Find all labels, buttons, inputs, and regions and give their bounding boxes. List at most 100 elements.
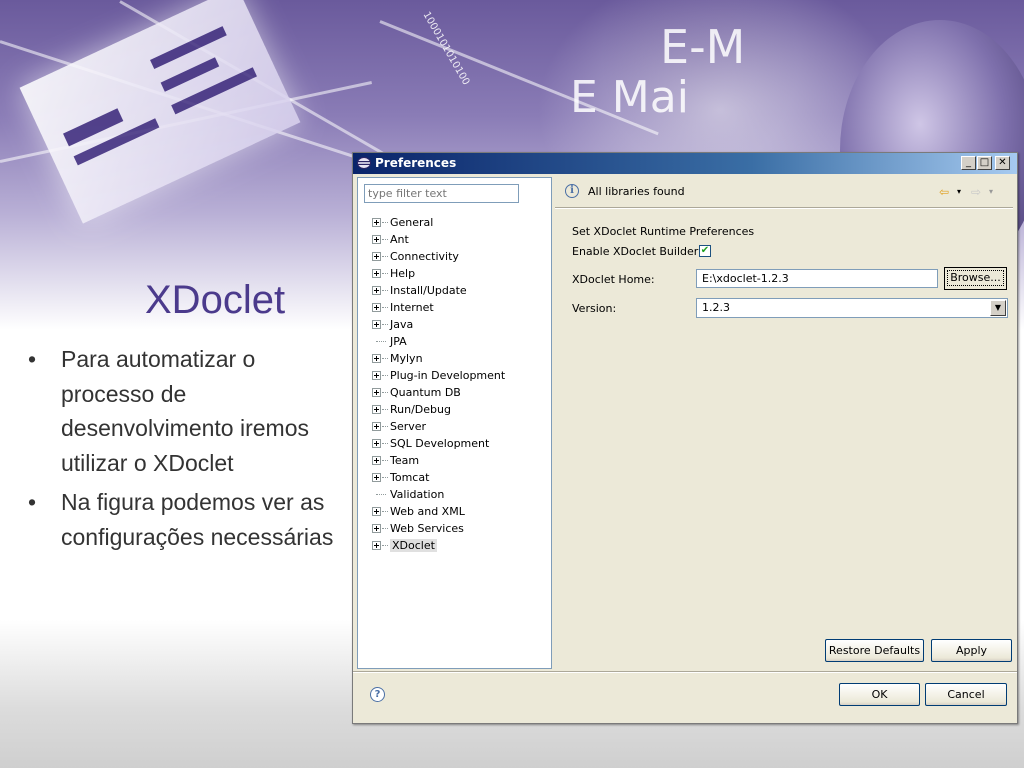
- version-select[interactable]: 1.2.3 ▼: [696, 298, 1008, 318]
- tree-item-install-update[interactable]: Install/Update: [372, 282, 505, 299]
- bullet-item: Na figura podemos ver as configurações n…: [28, 485, 338, 554]
- expand-plus-icon[interactable]: [372, 286, 381, 295]
- tree-item-sql-development[interactable]: SQL Development: [372, 435, 505, 452]
- expand-plus-icon[interactable]: [372, 473, 381, 482]
- minimize-button[interactable]: _: [961, 156, 976, 170]
- divider: [555, 207, 1013, 209]
- back-arrow-icon[interactable]: ⇦: [939, 185, 949, 199]
- filter-input[interactable]: [364, 184, 519, 203]
- expand-plus-icon[interactable]: [372, 269, 381, 278]
- help-icon[interactable]: ?: [370, 687, 385, 702]
- preferences-tree-pane: General Ant Connectivity Help Install/Update…: [357, 177, 552, 669]
- tree-item-jpa[interactable]: JPA: [372, 333, 505, 350]
- expand-plus-icon[interactable]: [372, 235, 381, 244]
- expand-plus-icon[interactable]: [372, 303, 381, 312]
- tree-item-server[interactable]: Server: [372, 418, 505, 435]
- email-watermark-2: E Mai: [570, 72, 689, 123]
- xdoclet-home-input[interactable]: E:\xdoclet-1.2.3: [696, 269, 938, 288]
- tree-connector: [382, 290, 388, 291]
- tree-connector: [382, 426, 388, 427]
- back-dropdown-icon[interactable]: ▾: [957, 187, 961, 196]
- restore-defaults-button[interactable]: Restore Defaults: [825, 639, 924, 662]
- tree-item-quantum-db[interactable]: Quantum DB: [372, 384, 505, 401]
- tree-item-label: JPA: [390, 335, 407, 348]
- tree-connector: [382, 358, 388, 359]
- window-title: Preferences: [375, 156, 457, 170]
- tree-item-general[interactable]: General: [372, 214, 505, 231]
- expand-plus-icon[interactable]: [372, 354, 381, 363]
- bullet-list: Para automatizar o processo de desenvolv…: [28, 342, 338, 559]
- tree-item-internet[interactable]: Internet: [372, 299, 505, 316]
- tree-item-ant[interactable]: Ant: [372, 231, 505, 248]
- tree-connector: [382, 460, 388, 461]
- tree-item-tomcat[interactable]: Tomcat: [372, 469, 505, 486]
- expand-plus-icon[interactable]: [372, 218, 381, 227]
- email-watermark: E-M: [660, 20, 746, 74]
- dropdown-arrow-icon[interactable]: ▼: [990, 300, 1006, 316]
- tree-item-java[interactable]: Java: [372, 316, 505, 333]
- maximize-button[interactable]: □: [977, 156, 992, 170]
- expand-plus-icon[interactable]: [372, 405, 381, 414]
- expand-plus-icon[interactable]: [372, 252, 381, 261]
- info-icon: i: [565, 184, 579, 198]
- tree-item-label: SQL Development: [390, 437, 490, 450]
- tree-connector: [382, 307, 388, 308]
- tree-item-web-services[interactable]: Web Services: [372, 520, 505, 537]
- cancel-button[interactable]: Cancel: [925, 683, 1007, 706]
- expand-plus-icon[interactable]: [372, 371, 381, 380]
- divider: [353, 671, 1017, 673]
- tree-item-label: XDoclet: [390, 539, 437, 552]
- tree-item-web-and-xml[interactable]: Web and XML: [372, 503, 505, 520]
- expand-plus-icon[interactable]: [372, 541, 381, 550]
- tree-connector: [382, 324, 388, 325]
- tree-item-label: Tomcat: [390, 471, 430, 484]
- tree-item-team[interactable]: Team: [372, 452, 505, 469]
- tree-item-label: Ant: [390, 233, 409, 246]
- expand-plus-icon[interactable]: [372, 439, 381, 448]
- window-titlebar[interactable]: Preferences _ □ ✕: [353, 153, 1017, 174]
- tree-item-connectivity[interactable]: Connectivity: [372, 248, 505, 265]
- tree-connector: [382, 375, 388, 376]
- tree-item-mylyn[interactable]: Mylyn: [372, 350, 505, 367]
- forward-dropdown-icon[interactable]: ▾: [989, 187, 993, 196]
- tree-item-label: Quantum DB: [390, 386, 461, 399]
- version-value: 1.2.3: [702, 301, 730, 314]
- xdoclet-home-label: XDoclet Home:: [572, 273, 655, 286]
- tree-item-label: Install/Update: [390, 284, 467, 297]
- tree-connector: [382, 511, 388, 512]
- tree-item-help[interactable]: Help: [372, 265, 505, 282]
- expand-plus-icon[interactable]: [372, 456, 381, 465]
- tree-connector: [382, 239, 388, 240]
- info-message: All libraries found: [588, 185, 685, 198]
- tree-item-run-debug[interactable]: Run/Debug: [372, 401, 505, 418]
- tree-item-label: Java: [390, 318, 414, 331]
- preferences-tree: General Ant Connectivity Help Install/Update…: [372, 214, 505, 554]
- expand-plus-icon[interactable]: [372, 388, 381, 397]
- ok-button[interactable]: OK: [839, 683, 920, 706]
- tree-connector: [382, 392, 388, 393]
- binary-watermark: 1000101010100: [420, 10, 472, 88]
- tree-item-plug-in-development[interactable]: Plug-in Development: [372, 367, 505, 384]
- apply-button[interactable]: Apply: [931, 639, 1012, 662]
- expand-plus-icon[interactable]: [372, 320, 381, 329]
- tree-connector: [382, 256, 388, 257]
- tree-item-xdoclet[interactable]: XDoclet: [372, 537, 505, 554]
- browse-label: Browse...: [947, 270, 1004, 286]
- tree-item-label: General: [390, 216, 434, 229]
- eclipse-icon: [357, 157, 371, 169]
- expand-plus-icon[interactable]: [372, 507, 381, 516]
- forward-arrow-icon[interactable]: ⇨: [971, 185, 981, 199]
- expand-plus-icon[interactable]: [372, 524, 381, 533]
- version-label: Version:: [572, 302, 617, 315]
- browse-button[interactable]: Browse...: [944, 267, 1007, 290]
- tree-item-label: Run/Debug: [390, 403, 451, 416]
- tree-item-label: Validation: [390, 488, 445, 501]
- enable-builder-checkbox[interactable]: ✔: [699, 245, 711, 257]
- tree-item-validation[interactable]: Validation: [372, 486, 505, 503]
- tree-connector: [376, 341, 386, 342]
- expand-plus-icon[interactable]: [372, 422, 381, 431]
- close-button[interactable]: ✕: [995, 156, 1010, 170]
- tree-item-label: Connectivity: [390, 250, 459, 263]
- tree-item-label: Internet: [390, 301, 434, 314]
- message-bar: i All libraries found ⇦ ▾ ⇨ ▾: [555, 177, 1013, 207]
